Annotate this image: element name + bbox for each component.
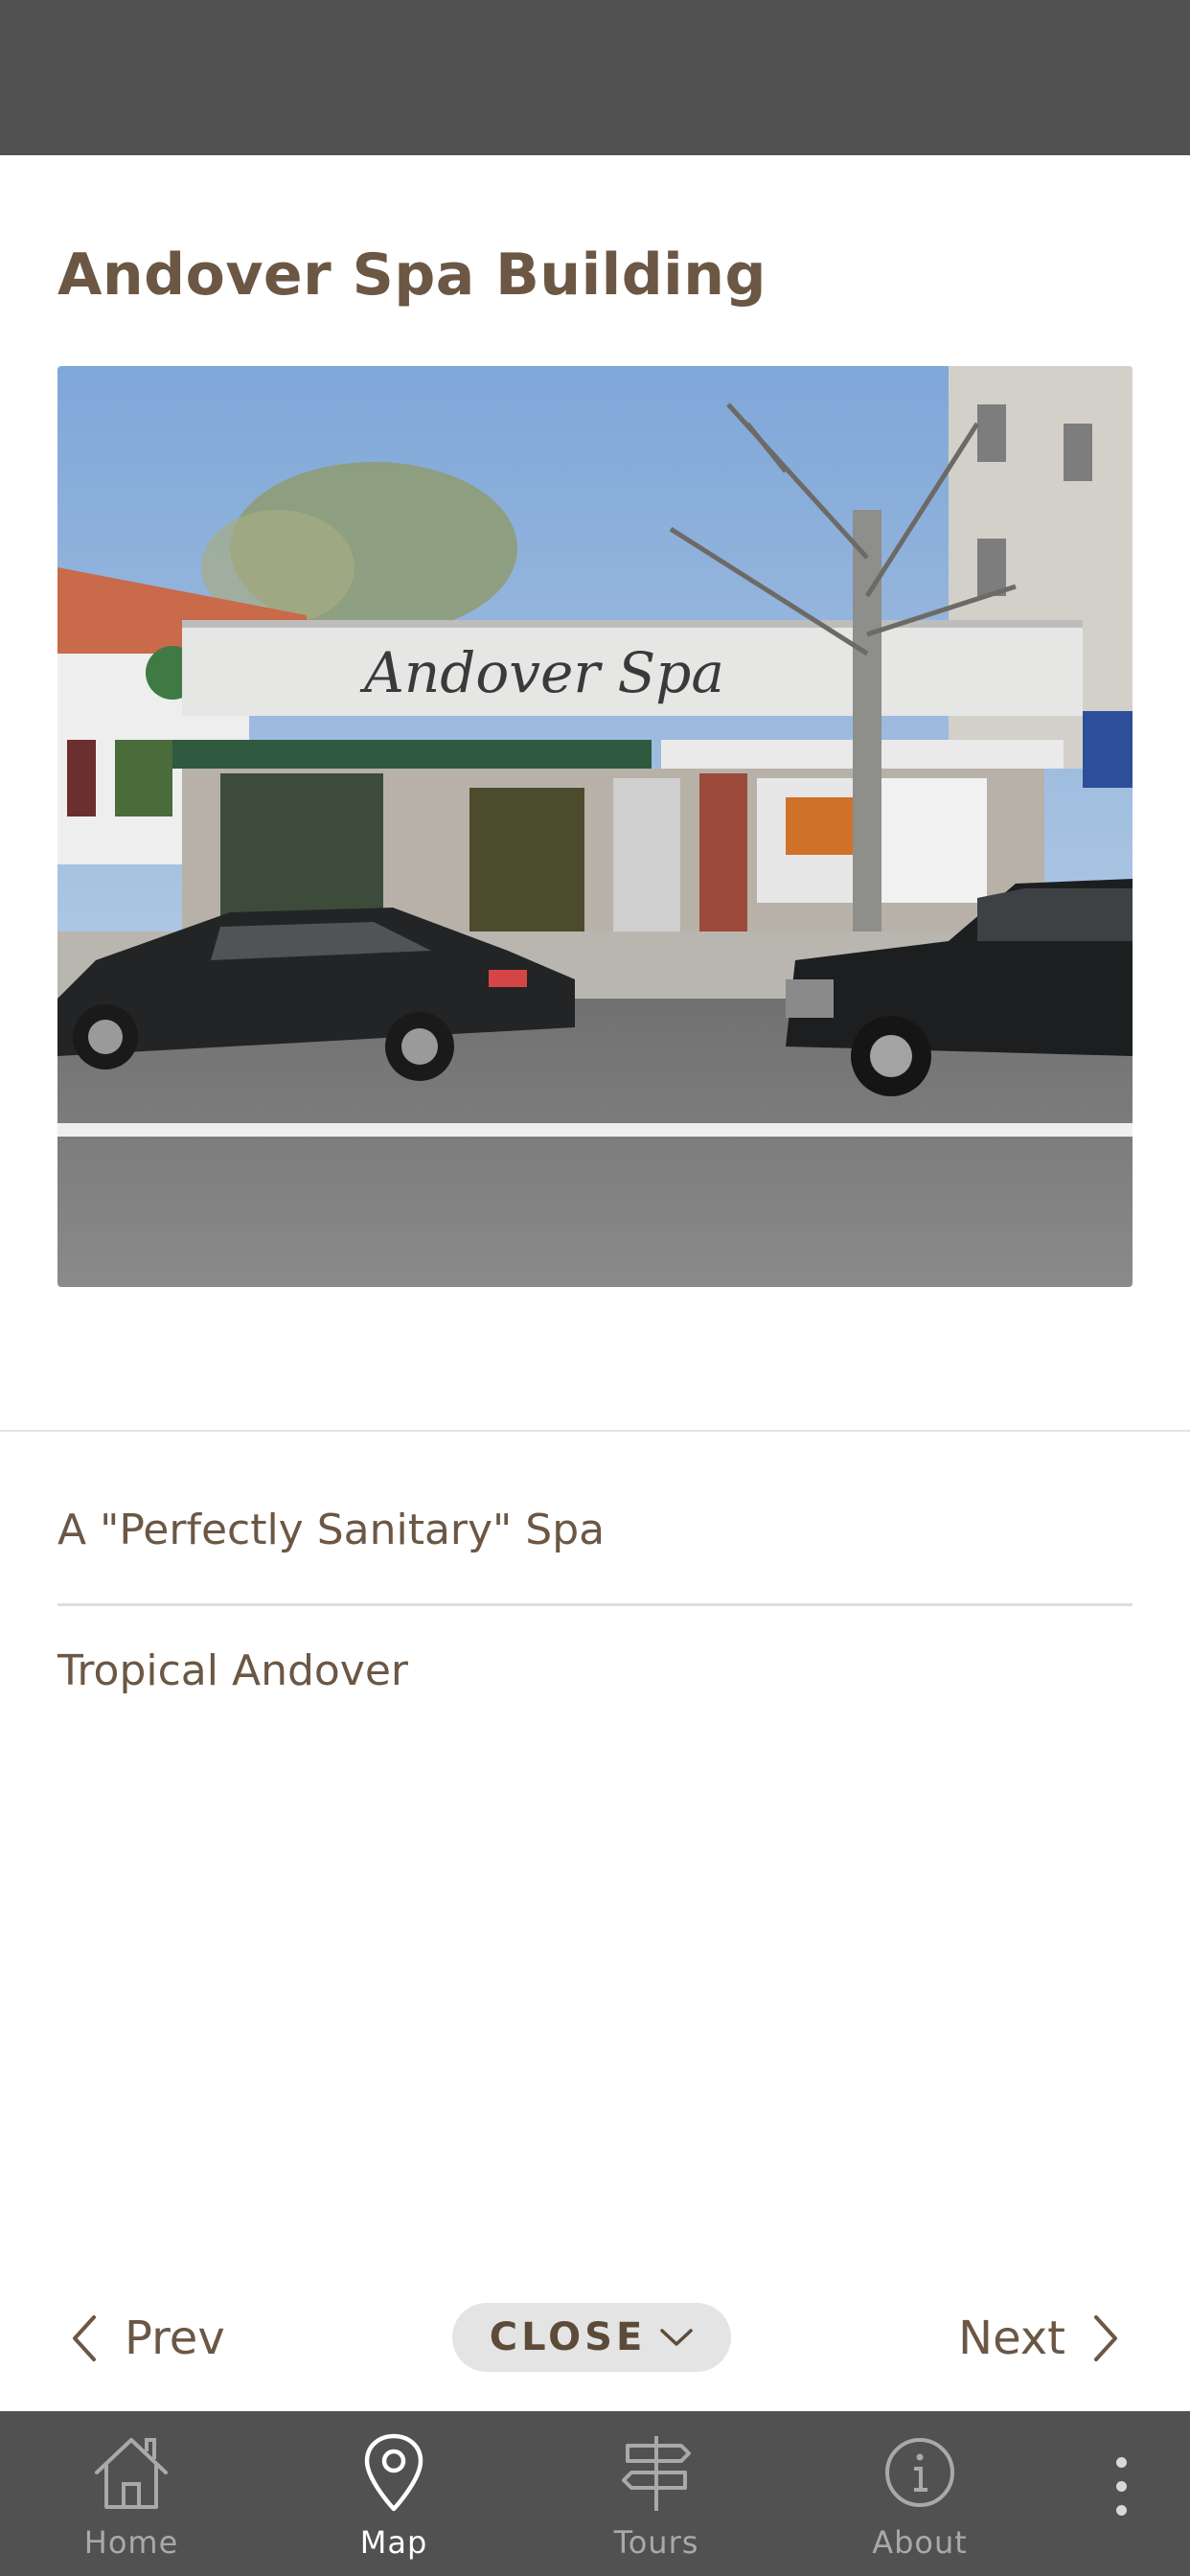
tab-map[interactable]: Map	[298, 2411, 490, 2576]
story-list-item[interactable]: A "Perfectly Sanitary" Spa	[57, 1506, 605, 1554]
tab-about[interactable]: About	[824, 2411, 1016, 2576]
more-menu-icon[interactable]	[1102, 2457, 1140, 2534]
tab-home[interactable]: Home	[35, 2411, 227, 2576]
home-icon	[95, 2438, 168, 2509]
building-photo: Andover Spa	[57, 366, 1133, 1287]
chevron-right-icon	[1094, 2315, 1117, 2361]
bottom-tab-bar: Home Map Tours About	[0, 2411, 1190, 2576]
tab-tours[interactable]: Tours	[561, 2411, 752, 2576]
tab-label: Map	[359, 2524, 428, 2561]
story-list-item[interactable]: Tropical Andover	[57, 1646, 408, 1695]
prev-label: Prev	[125, 2312, 225, 2365]
info-icon	[885, 2438, 954, 2507]
next-label: Next	[958, 2312, 1065, 2365]
next-button[interactable]: Next	[958, 2306, 1125, 2371]
close-button[interactable]: CLOSE	[452, 2303, 731, 2372]
close-label: CLOSE	[489, 2315, 647, 2359]
section-divider	[0, 1430, 1190, 1432]
page-title: Andover Spa Building	[57, 242, 767, 309]
pager-row: Prev CLOSE Next	[0, 2300, 1190, 2377]
tab-label: Home	[83, 2524, 179, 2561]
list-divider	[57, 1603, 1133, 1606]
chevron-left-icon	[73, 2315, 96, 2361]
status-bar	[0, 0, 1190, 155]
storefront-sign: Andover Spa	[359, 640, 724, 705]
chevron-down-icon	[660, 2329, 694, 2346]
prev-button[interactable]: Prev	[65, 2306, 225, 2371]
map-pin-icon	[364, 2433, 423, 2512]
signpost-icon	[622, 2436, 691, 2511]
tab-label: Tours	[613, 2524, 699, 2561]
tab-label: About	[872, 2524, 968, 2561]
